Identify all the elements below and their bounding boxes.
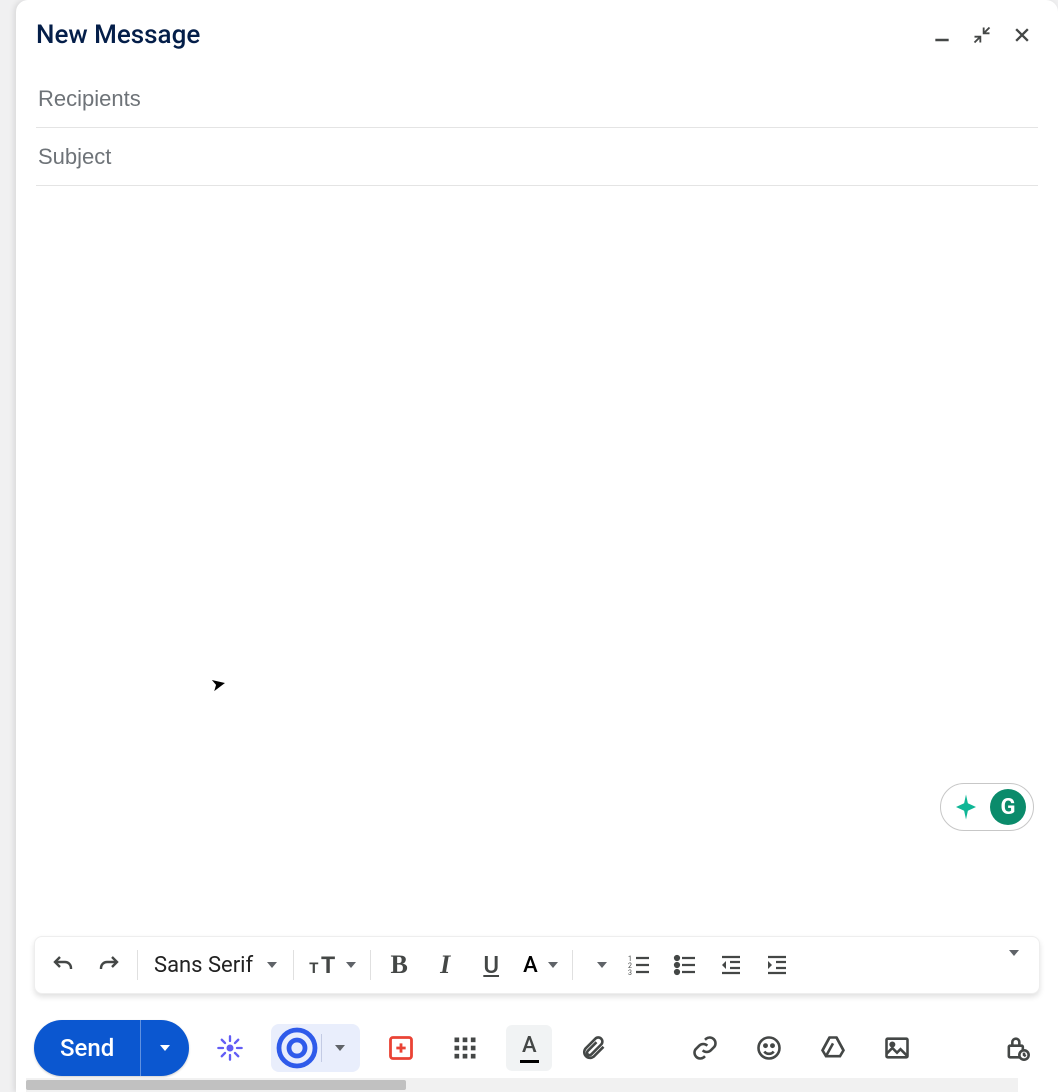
- link-icon: [691, 1034, 719, 1062]
- compose-window: New Message ➤: [16, 0, 1058, 1092]
- paperclip-icon: [579, 1034, 607, 1062]
- bold-icon: B: [391, 950, 408, 980]
- calendly-icon: [273, 1024, 321, 1072]
- attach-file-button[interactable]: [570, 1025, 616, 1071]
- text-color-button[interactable]: A: [506, 1025, 552, 1071]
- recipients-row: [36, 70, 1038, 128]
- insert-drive-button[interactable]: [810, 1025, 856, 1071]
- grammarly-logo-icon[interactable]: G: [990, 789, 1026, 825]
- image-icon: [883, 1034, 911, 1062]
- plus-square-icon: [387, 1034, 415, 1062]
- message-body[interactable]: ➤ G: [16, 186, 1058, 936]
- separator: [370, 950, 371, 980]
- numbered-list-icon: 1 2 3: [627, 953, 651, 977]
- chevron-down-icon: [267, 962, 277, 968]
- insert-link-button[interactable]: [682, 1025, 728, 1071]
- calendly-button[interactable]: [273, 1026, 321, 1070]
- calendly-options-button[interactable]: [322, 1045, 358, 1051]
- redo-icon: [97, 953, 121, 977]
- separator: [293, 950, 294, 980]
- bulleted-list-button[interactable]: [663, 943, 707, 987]
- italic-button[interactable]: I: [423, 943, 467, 987]
- more-formatting-button[interactable]: [995, 956, 1033, 975]
- chevron-down-icon: [597, 962, 607, 968]
- chevron-down-icon: [548, 962, 558, 968]
- indent-more-button[interactable]: [755, 943, 799, 987]
- redo-button[interactable]: [87, 943, 131, 987]
- formatting-toolbar: Sans Serif T T B I U A 1 2 3: [34, 936, 1040, 994]
- undo-icon: [51, 953, 75, 977]
- numbered-list-button[interactable]: 1 2 3: [617, 943, 661, 987]
- chevron-down-icon: [1009, 950, 1019, 975]
- exit-fullscreen-icon: [972, 25, 992, 45]
- compose-title: New Message: [36, 20, 200, 50]
- grammarly-suggestions-icon[interactable]: [948, 789, 984, 825]
- emoji-icon: [755, 1034, 783, 1062]
- text-color-icon: A: [523, 953, 538, 978]
- horizontal-scrollbar[interactable]: [26, 1078, 1018, 1092]
- exit-fullscreen-button[interactable]: [970, 23, 994, 47]
- underline-icon: U: [483, 951, 499, 979]
- insert-photo-button[interactable]: [874, 1025, 920, 1071]
- mouse-cursor-icon: ➤: [209, 673, 228, 697]
- grid-icon: [451, 1034, 479, 1062]
- svg-text:T: T: [321, 951, 335, 979]
- chevron-down-icon: [160, 1045, 170, 1051]
- header-fields: [16, 60, 1058, 186]
- scrollbar-thumb[interactable]: [26, 1080, 406, 1090]
- bold-button[interactable]: B: [377, 943, 421, 987]
- apps-grid-button[interactable]: [442, 1025, 488, 1071]
- add-extension-button[interactable]: [378, 1025, 424, 1071]
- font-size-select[interactable]: T T: [300, 951, 364, 979]
- asterisk-extension-button[interactable]: [207, 1025, 253, 1071]
- window-controls: [930, 23, 1038, 47]
- indent-less-icon: [719, 953, 743, 977]
- lock-clock-icon: [1003, 1034, 1031, 1062]
- insert-emoji-button[interactable]: [746, 1025, 792, 1071]
- calendly-button-group: [271, 1024, 360, 1072]
- send-button[interactable]: Send: [34, 1020, 140, 1076]
- font-family-select[interactable]: Sans Serif: [144, 953, 287, 978]
- confidential-mode-button[interactable]: [994, 1025, 1040, 1071]
- svg-text:3: 3: [628, 969, 632, 977]
- close-button[interactable]: [1010, 23, 1034, 47]
- separator: [572, 950, 573, 980]
- chevron-down-icon: [346, 962, 356, 968]
- align-select[interactable]: [579, 962, 615, 968]
- subject-row: [36, 128, 1038, 186]
- text-color-select[interactable]: A: [515, 953, 566, 978]
- italic-icon: I: [440, 950, 450, 980]
- drive-icon: [819, 1034, 847, 1062]
- undo-button[interactable]: [41, 943, 85, 987]
- send-button-group: Send: [34, 1020, 189, 1076]
- minimize-button[interactable]: [930, 23, 954, 47]
- font-size-icon: T T: [308, 951, 336, 979]
- underline-button[interactable]: U: [469, 943, 513, 987]
- chevron-down-icon: [335, 1045, 345, 1051]
- bulleted-list-icon: [673, 953, 697, 977]
- send-options-button[interactable]: [141, 1020, 189, 1076]
- separator: [137, 950, 138, 980]
- indent-more-icon: [765, 953, 789, 977]
- recipients-input[interactable]: [36, 85, 1038, 113]
- close-icon: [1012, 25, 1032, 45]
- grammarly-widget[interactable]: G: [940, 783, 1034, 831]
- compose-header: New Message: [16, 0, 1058, 60]
- font-family-label: Sans Serif: [154, 953, 253, 978]
- svg-text:T: T: [309, 959, 319, 977]
- minimize-icon: [932, 25, 952, 45]
- indent-less-button[interactable]: [709, 943, 753, 987]
- asterisk-icon: [216, 1034, 244, 1062]
- subject-input[interactable]: [36, 143, 1038, 171]
- sparkle-icon: [951, 792, 981, 822]
- text-color-icon: A: [520, 1033, 539, 1063]
